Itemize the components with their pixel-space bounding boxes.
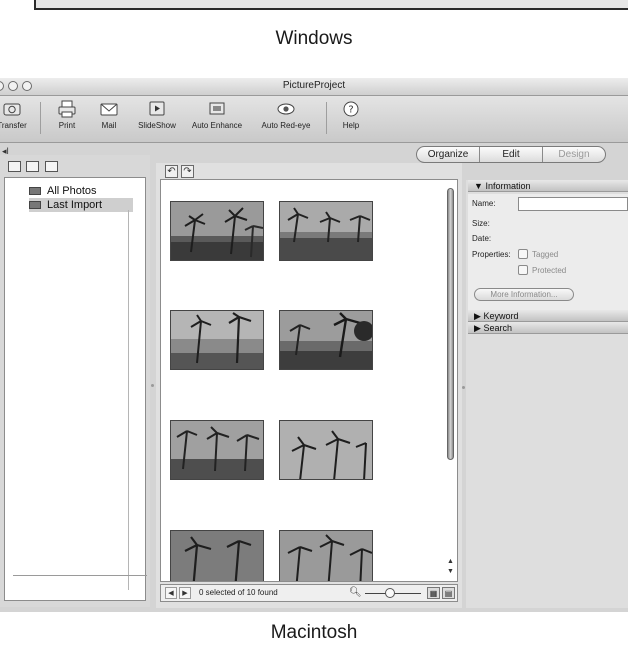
search-header[interactable]: ▶ Search — [468, 322, 628, 334]
scroll-down-arrow-icon[interactable]: ▼ — [447, 568, 454, 575]
information-header[interactable]: ▼ Information — [468, 180, 628, 192]
selection-status: 0 selected of 10 found — [199, 588, 278, 597]
collections-scrollbar[interactable] — [128, 210, 139, 590]
magnifier-icon: 🔍︎ — [349, 587, 362, 598]
auto-enhance-button[interactable]: Auto Enhance — [186, 98, 248, 138]
auto-red-eye-button[interactable]: Auto Red-eye — [256, 98, 316, 138]
toolbar: Transfer Print Mail SlideShow Auto Enhan… — [0, 96, 628, 143]
photo-thumbnail[interactable] — [279, 201, 373, 261]
date-label: Date: — [472, 234, 492, 243]
size-label: Size: — [472, 219, 490, 228]
photo-thumbnail[interactable] — [279, 310, 373, 370]
collection-label: All Photos — [47, 185, 97, 197]
status-bar: ◀ ▶ 0 selected of 10 found 🔍︎ ▦ ▤ — [160, 584, 458, 602]
windows-caption: Windows — [275, 28, 353, 49]
auto-red-eye-label: Auto Red-eye — [261, 121, 311, 130]
mode-switcher: Organize Edit Design — [416, 146, 606, 163]
folder-view-icon[interactable] — [8, 161, 21, 172]
left-splitter[interactable] — [151, 384, 154, 387]
scroll-up-arrow-icon[interactable]: ▲ — [447, 558, 454, 565]
slideshow-button[interactable]: SlideShow — [134, 98, 180, 138]
mail-label: Mail — [101, 121, 117, 130]
toolbar-separator — [326, 102, 327, 134]
collections-footer — [13, 575, 147, 586]
photos-folder-icon — [29, 187, 41, 195]
mail-button[interactable]: Mail — [92, 98, 126, 138]
name-field[interactable] — [518, 197, 628, 211]
top-strip — [34, 0, 628, 10]
toolbar-separator — [40, 102, 41, 134]
protected-checkbox[interactable] — [518, 265, 528, 275]
print-label: Print — [58, 121, 76, 130]
app-window: PictureProject Transfer Print Mail Slide… — [0, 78, 628, 612]
detail-view-icon[interactable]: ▤ — [442, 587, 455, 599]
protected-label: Protected — [532, 266, 567, 275]
help-label: Help — [342, 121, 360, 130]
information-header-label: Information — [485, 181, 531, 191]
photo-thumbnail[interactable] — [170, 420, 264, 480]
tab-organize[interactable]: Organize — [417, 147, 480, 162]
collection-all-photos[interactable]: All Photos — [29, 184, 133, 198]
calendar-view-icon[interactable] — [26, 161, 40, 172]
title-bar: PictureProject — [0, 78, 628, 96]
photo-browser: ↶ ↷ ▲ ▼ ◀ ▶ 0 selected of 10 found 🔍︎ ▦ … — [156, 163, 462, 608]
svg-text:?: ? — [348, 105, 353, 116]
search-header-label: Search — [483, 323, 512, 333]
keyword-header[interactable]: ▶ Keyword — [468, 310, 628, 322]
keyword-header-label: Keyword — [483, 311, 519, 321]
grid-view-icon[interactable]: ▦ — [427, 587, 440, 599]
collections-panel: All Photos Last Import — [0, 155, 150, 607]
collection-label: Last Import — [47, 199, 103, 211]
thumbnail-scrollbar[interactable]: ▲ ▼ — [447, 180, 455, 581]
photo-thumbnail[interactable] — [170, 530, 264, 581]
slideshow-label: SlideShow — [138, 121, 176, 130]
disclosure-right-icon: ▶ — [474, 323, 481, 333]
help-button[interactable]: ? Help — [336, 98, 366, 138]
disclosure-down-icon: ▼ — [474, 181, 483, 191]
tab-edit[interactable]: Edit — [480, 147, 543, 162]
collection-view-buttons — [8, 161, 59, 173]
thumbnail-grid: ▲ ▼ — [160, 179, 458, 582]
import-folder-icon — [29, 201, 41, 209]
window-title: PictureProject — [282, 80, 346, 91]
list-view-icon[interactable] — [44, 161, 58, 172]
photo-thumbnail[interactable] — [279, 530, 373, 581]
print-button[interactable]: Print — [50, 98, 84, 138]
tab-design[interactable]: Design — [543, 147, 605, 162]
collections-list: All Photos Last Import — [4, 177, 147, 601]
macintosh-caption: Macintosh — [270, 622, 358, 643]
photo-thumbnail[interactable] — [279, 420, 373, 480]
scrollbar-thumb[interactable] — [447, 188, 454, 460]
photo-thumbnail[interactable] — [170, 310, 264, 370]
transfer-label: Transfer — [0, 121, 27, 130]
collection-last-import[interactable]: Last Import — [29, 198, 133, 212]
name-label: Name: — [472, 199, 496, 208]
more-information-button[interactable]: More Information... — [474, 288, 574, 301]
rotate-left-icon[interactable]: ↶ — [165, 165, 178, 178]
previous-arrow-icon[interactable]: ◀ — [165, 587, 177, 599]
slideshow-icon — [149, 101, 165, 116]
rotate-right-icon[interactable]: ↷ — [181, 165, 194, 178]
zoom-slider-knob[interactable] — [385, 588, 395, 598]
auto-enhance-icon — [209, 102, 225, 115]
auto-enhance-label: Auto Enhance — [191, 121, 243, 130]
transfer-button[interactable]: Transfer — [0, 98, 34, 138]
print-icon — [58, 100, 76, 118]
photo-thumbnail[interactable] — [170, 201, 264, 261]
next-arrow-icon[interactable]: ▶ — [179, 587, 191, 599]
information-body: Name: Size: Date: Properties: Tagged Pro… — [468, 194, 628, 310]
transfer-icon — [3, 103, 21, 116]
properties-label: Properties: — [472, 250, 511, 259]
disclosure-right-icon: ▶ — [474, 311, 481, 321]
red-eye-icon — [277, 103, 295, 115]
info-panel: ▼ Information Name: Size: Date: Properti… — [466, 180, 628, 608]
tagged-label: Tagged — [532, 250, 559, 259]
tagged-checkbox[interactable] — [518, 249, 528, 259]
mail-icon — [100, 103, 118, 116]
right-splitter[interactable] — [462, 386, 465, 389]
help-icon: ? — [343, 101, 359, 117]
